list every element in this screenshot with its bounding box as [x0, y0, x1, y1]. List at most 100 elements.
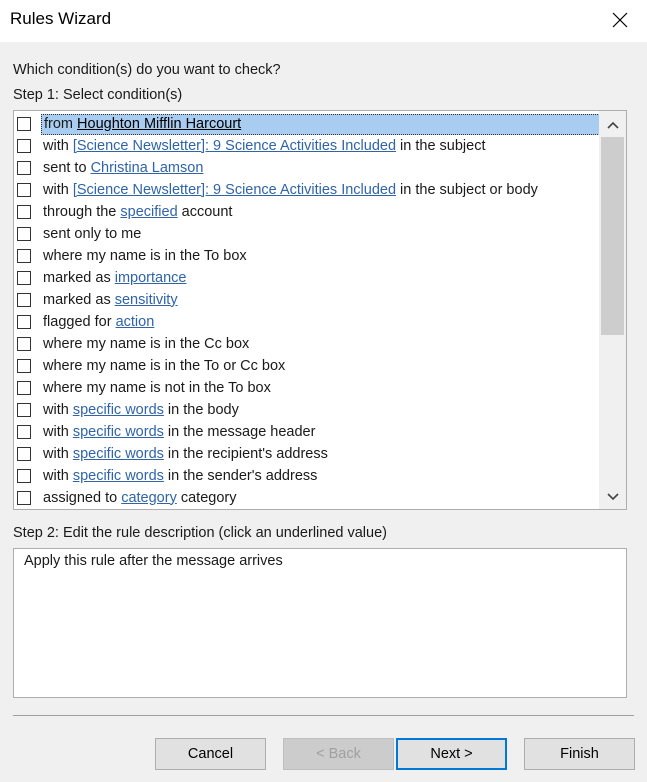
condition-row[interactable]: flagged for action: [14, 311, 600, 333]
condition-text: flagged for action: [41, 313, 156, 332]
condition-text-suffix: category: [176, 489, 237, 506]
condition-link[interactable]: Christina Lamson: [91, 160, 204, 176]
condition-checkbox[interactable]: [17, 337, 31, 351]
chevron-up-icon: [606, 121, 619, 129]
condition-text: with specific words in the message heade…: [41, 423, 317, 442]
condition-text-prefix: with: [43, 401, 73, 418]
condition-link[interactable]: specific words: [73, 424, 164, 440]
condition-checkbox[interactable]: [17, 271, 31, 285]
condition-text-prefix: assigned to: [43, 489, 122, 506]
conditions-list: from Houghton Mifflin Harcourt with [Scie…: [13, 110, 627, 510]
condition-text: with specific words in the body: [41, 401, 241, 420]
condition-text: with specific words in the sender's addr…: [41, 467, 319, 486]
condition-link[interactable]: specific words: [73, 468, 164, 484]
condition-text-suffix: account: [177, 203, 233, 220]
condition-link[interactable]: category: [121, 490, 177, 506]
condition-checkbox[interactable]: [17, 469, 31, 483]
condition-text: with specific words in the recipient's a…: [41, 445, 330, 464]
condition-text-prefix: sent to: [43, 159, 91, 176]
condition-row[interactable]: assigned to category category: [14, 487, 600, 509]
condition-link[interactable]: sensitivity: [115, 292, 178, 308]
divider: [13, 715, 634, 716]
condition-link[interactable]: [Science Newsletter]: 9 Science Activiti…: [73, 182, 396, 198]
condition-row[interactable]: from Houghton Mifflin Harcourt: [14, 113, 600, 135]
condition-row[interactable]: with [Science Newsletter]: 9 Science Act…: [14, 135, 600, 157]
condition-text: from Houghton Mifflin Harcourt: [41, 113, 600, 135]
cancel-button[interactable]: Cancel: [155, 738, 266, 770]
condition-checkbox[interactable]: [17, 425, 31, 439]
condition-text: with [Science Newsletter]: 9 Science Act…: [41, 181, 540, 200]
scroll-down-button[interactable]: [599, 487, 626, 507]
condition-link[interactable]: specific words: [73, 402, 164, 418]
condition-row[interactable]: where my name is not in the To box: [14, 377, 600, 399]
condition-checkbox[interactable]: [17, 293, 31, 307]
condition-checkbox[interactable]: [17, 447, 31, 461]
condition-text-prefix: with: [43, 181, 73, 198]
condition-text: marked as sensitivity: [41, 291, 180, 310]
condition-text: with [Science Newsletter]: 9 Science Act…: [41, 137, 488, 156]
condition-row[interactable]: with specific words in the body: [14, 399, 600, 421]
condition-text-prefix: flagged for: [43, 313, 116, 330]
condition-row[interactable]: through the specified account: [14, 201, 600, 223]
condition-text-suffix: in the recipient's address: [163, 445, 328, 462]
condition-text-prefix: marked as: [43, 269, 115, 286]
condition-text-prefix: with: [43, 467, 73, 484]
condition-text: where my name is in the Cc box: [41, 335, 251, 354]
condition-checkbox[interactable]: [17, 315, 31, 329]
conditions-scrollbar[interactable]: [599, 111, 626, 509]
condition-checkbox[interactable]: [17, 183, 31, 197]
condition-row[interactable]: marked as sensitivity: [14, 289, 600, 311]
condition-text-suffix: in the sender's address: [163, 467, 318, 484]
condition-checkbox[interactable]: [17, 227, 31, 241]
condition-link[interactable]: importance: [115, 270, 187, 286]
step2-label: Step 2: Edit the rule description (click…: [13, 525, 387, 541]
rule-description-box[interactable]: Apply this rule after the message arrive…: [13, 548, 627, 698]
condition-text-suffix: in the subject or body: [396, 181, 538, 198]
condition-text-prefix: where my name is not in the To box: [43, 379, 271, 396]
condition-text-prefix: where my name is in the Cc box: [43, 335, 250, 352]
condition-checkbox[interactable]: [17, 381, 31, 395]
condition-text: where my name is not in the To box: [41, 379, 273, 398]
condition-text: sent only to me: [41, 225, 143, 244]
scroll-track[interactable]: [599, 137, 626, 487]
condition-text-prefix: with: [43, 423, 73, 440]
condition-row[interactable]: where my name is in the To box: [14, 245, 600, 267]
condition-row[interactable]: with [Science Newsletter]: 9 Science Act…: [14, 179, 600, 201]
condition-row[interactable]: with specific words in the recipient's a…: [14, 443, 600, 465]
condition-row[interactable]: with specific words in the message heade…: [14, 421, 600, 443]
condition-text-prefix: from: [44, 115, 78, 132]
close-icon: [612, 12, 628, 28]
condition-row[interactable]: sent to Christina Lamson: [14, 157, 600, 179]
condition-link[interactable]: action: [116, 314, 155, 330]
condition-text: where my name is in the To box: [41, 247, 249, 266]
condition-link[interactable]: Houghton Mifflin Harcourt: [77, 116, 241, 132]
condition-text: sent to Christina Lamson: [41, 159, 205, 178]
condition-link[interactable]: specified: [120, 204, 177, 220]
condition-row[interactable]: sent only to me: [14, 223, 600, 245]
close-button[interactable]: [597, 0, 643, 40]
scroll-up-button[interactable]: [599, 115, 626, 135]
finish-button[interactable]: Finish: [524, 738, 635, 770]
condition-checkbox[interactable]: [17, 139, 31, 153]
condition-checkbox[interactable]: [17, 249, 31, 263]
conditions-items: from Houghton Mifflin Harcourt with [Scie…: [14, 113, 600, 509]
condition-checkbox[interactable]: [17, 359, 31, 373]
condition-row[interactable]: marked as importance: [14, 267, 600, 289]
condition-checkbox[interactable]: [17, 117, 31, 131]
condition-text-suffix: in the message header: [163, 423, 316, 440]
condition-row[interactable]: where my name is in the To or Cc box: [14, 355, 600, 377]
back-button[interactable]: < Back: [283, 738, 394, 770]
condition-checkbox[interactable]: [17, 403, 31, 417]
condition-checkbox[interactable]: [17, 161, 31, 175]
condition-row[interactable]: with specific words in the sender's addr…: [14, 465, 600, 487]
next-button[interactable]: Next >: [396, 738, 507, 770]
condition-row[interactable]: where my name is in the Cc box: [14, 333, 600, 355]
scroll-thumb[interactable]: [601, 137, 624, 335]
condition-checkbox[interactable]: [17, 491, 31, 505]
condition-checkbox[interactable]: [17, 205, 31, 219]
dialog-body: Which condition(s) do you want to check?…: [0, 42, 647, 782]
prompt-text: Which condition(s) do you want to check?: [13, 62, 281, 78]
condition-link[interactable]: specific words: [73, 446, 164, 462]
condition-link[interactable]: [Science Newsletter]: 9 Science Activiti…: [73, 138, 396, 154]
condition-text-prefix: marked as: [43, 291, 115, 308]
